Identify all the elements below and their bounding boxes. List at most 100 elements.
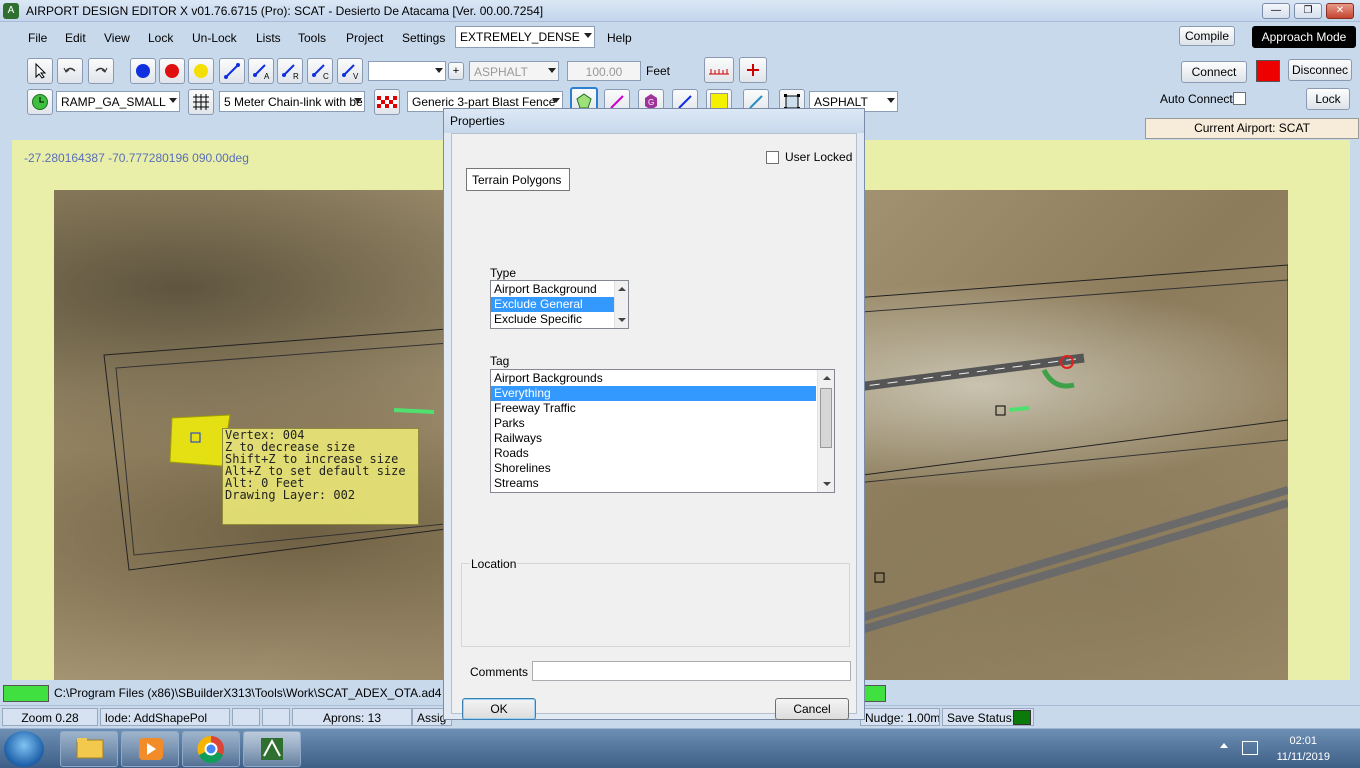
media-player-taskbar-button[interactable] — [121, 731, 179, 767]
type-listbox-scrollbar[interactable] — [614, 281, 628, 328]
activity-indicator — [3, 685, 49, 702]
tag-listbox[interactable]: Airport Backgrounds Everything Freeway T… — [490, 369, 835, 493]
start-button[interactable] — [4, 731, 44, 767]
link-a-tool[interactable]: A — [248, 58, 274, 84]
adex-taskbar-button[interactable] — [243, 731, 301, 767]
grid-tool[interactable] — [188, 89, 214, 115]
chrome-taskbar-button[interactable] — [182, 731, 240, 767]
explorer-taskbar-button[interactable] — [60, 731, 118, 767]
scroll-up-icon[interactable] — [618, 287, 626, 291]
surface-value-2: ASPHALT — [814, 95, 868, 109]
plus-tool[interactable] — [739, 57, 767, 83]
comments-input[interactable] — [532, 661, 851, 681]
menu-settings[interactable]: Settings — [402, 31, 445, 45]
menu-unlock[interactable]: Un-Lock — [192, 31, 237, 45]
minimize-button[interactable]: — — [1262, 3, 1290, 19]
chevron-down-icon — [552, 98, 560, 103]
undo-button[interactable] — [57, 58, 83, 84]
menu-lock[interactable]: Lock — [148, 31, 173, 45]
link-v-icon: V — [342, 64, 359, 80]
connection-status-indicator — [1256, 60, 1280, 82]
menu-file[interactable]: File — [28, 31, 47, 45]
svg-text:R: R — [293, 72, 299, 80]
connect-button[interactable]: Connect — [1181, 61, 1247, 83]
checker-icon — [377, 96, 397, 108]
scroll-down-icon[interactable] — [823, 482, 831, 486]
menu-tools[interactable]: Tools — [298, 31, 326, 45]
red-point-tool[interactable] — [159, 58, 185, 84]
tag-label: Tag — [490, 354, 510, 368]
type-listbox[interactable]: Airport Background Exclude General Exclu… — [490, 280, 629, 329]
properties-dialog: Properties User Locked Terrain Polygons … — [443, 108, 865, 720]
redo-button[interactable] — [88, 58, 114, 84]
chevron-down-icon — [354, 98, 362, 103]
chevron-down-icon — [548, 68, 556, 73]
menu-project[interactable]: Project — [346, 31, 383, 45]
auto-connect-checkbox[interactable] — [1233, 92, 1246, 105]
clock-tool[interactable] — [27, 89, 53, 115]
width-spinner[interactable]: 100.00 — [567, 61, 641, 81]
scroll-down-icon[interactable] — [618, 318, 626, 322]
scroll-thumb[interactable] — [820, 388, 832, 448]
blue-dot-icon — [136, 64, 150, 78]
tag-option-freeway-traffic[interactable]: Freeway Traffic — [491, 401, 834, 416]
current-airport-label: Current Airport: SCAT — [1145, 118, 1359, 139]
blue-point-tool[interactable] — [130, 58, 156, 84]
ruler-tool[interactable] — [704, 57, 734, 83]
link-c-tool[interactable]: C — [307, 58, 333, 84]
tag-listbox-scrollbar[interactable] — [817, 370, 834, 492]
play-icon — [139, 738, 163, 760]
link-v-tool[interactable]: V — [337, 58, 363, 84]
chrome-icon — [197, 735, 224, 763]
tag-option-streams[interactable]: Streams — [491, 476, 834, 491]
type-option-exclude-general[interactable]: Exclude General — [491, 297, 628, 312]
window-title: AIRPORT DESIGN EDITOR X v01.76.6715 (Pro… — [26, 4, 544, 18]
tag-option-parks[interactable]: Parks — [491, 416, 834, 431]
app-icon: A — [3, 3, 19, 19]
project-path: C:\Program Files (x86)\SBuilderX313\Tool… — [54, 686, 442, 700]
user-locked-checkbox[interactable] — [766, 151, 779, 164]
add-link-type-button[interactable]: + — [448, 62, 464, 80]
menu-lists[interactable]: Lists — [256, 31, 281, 45]
ok-button[interactable]: OK — [462, 698, 536, 720]
svg-text:G: G — [648, 98, 654, 107]
surface-select[interactable]: ASPHALT — [469, 61, 559, 81]
zoom-status: Zoom 0.28 — [2, 708, 98, 726]
scroll-up-icon[interactable] — [823, 376, 831, 380]
tag-option-everything[interactable]: Everything — [491, 386, 816, 401]
yellow-point-tool[interactable] — [188, 58, 214, 84]
density-select[interactable]: EXTREMELY_DENSE — [455, 26, 595, 48]
approach-mode-button[interactable]: Approach Mode — [1252, 26, 1356, 48]
type-label: Type — [490, 266, 517, 280]
link-r-tool[interactable]: R — [277, 58, 303, 84]
type-option-exclude-specific[interactable]: Exclude Specific — [491, 312, 628, 327]
tag-option-railways[interactable]: Railways — [491, 431, 834, 446]
tag-option-shorelines[interactable]: Shorelines — [491, 461, 834, 476]
tray-expand-icon[interactable] — [1220, 743, 1228, 748]
network-icon[interactable] — [1242, 741, 1258, 755]
lock-button[interactable]: Lock — [1306, 88, 1350, 110]
svg-text:V: V — [353, 72, 359, 80]
dialog-title: Properties — [444, 109, 864, 133]
yellow-dot-icon — [194, 64, 208, 78]
maximize-button[interactable]: ❐ — [1294, 3, 1322, 19]
menu-view[interactable]: View — [104, 31, 130, 45]
menu-edit[interactable]: Edit — [65, 31, 86, 45]
checker-tool[interactable] — [374, 89, 400, 115]
disconnect-button[interactable]: Disconnec — [1288, 59, 1352, 81]
cancel-button[interactable]: Cancel — [775, 698, 849, 720]
link-icon — [224, 63, 240, 79]
close-button[interactable]: ✕ — [1326, 3, 1354, 19]
compile-button[interactable]: Compile — [1179, 26, 1235, 46]
tag-option-airport-backgrounds[interactable]: Airport Backgrounds — [491, 371, 834, 386]
fence-type-select[interactable]: 5 Meter Chain-link with be — [219, 91, 365, 112]
tag-option-roads[interactable]: Roads — [491, 446, 834, 461]
system-clock[interactable]: 02:01 11/11/2019 — [1277, 733, 1330, 765]
menu-help[interactable]: Help — [607, 31, 632, 45]
plus-icon — [747, 64, 759, 76]
ramp-type-select[interactable]: RAMP_GA_SMALL — [56, 91, 180, 112]
select-arrow-button[interactable] — [27, 58, 53, 84]
link-tool[interactable] — [219, 58, 245, 84]
type-option-airport-background[interactable]: Airport Background — [491, 282, 628, 297]
link-type-select[interactable] — [368, 61, 446, 81]
